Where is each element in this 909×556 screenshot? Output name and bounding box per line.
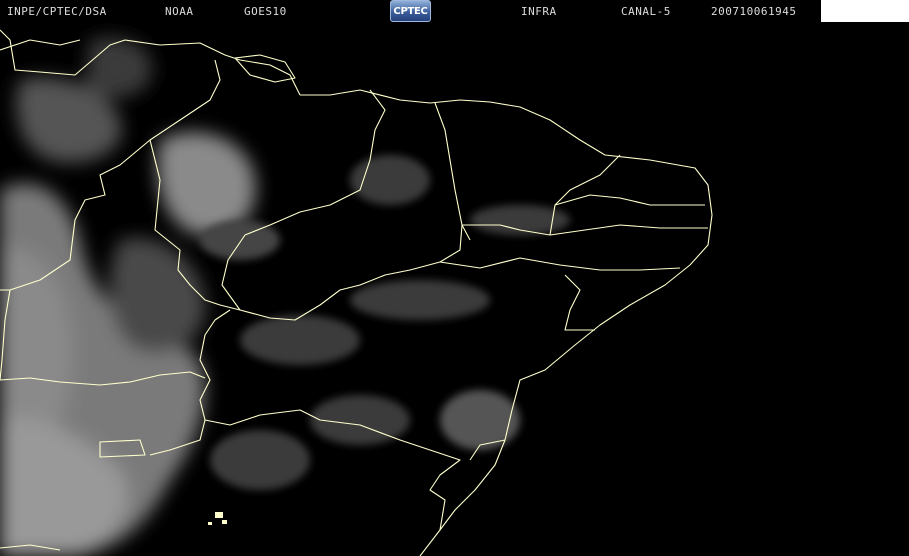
satellite-map — [0, 0, 909, 556]
org-label: INPE/CPTEC/DSA — [7, 5, 107, 18]
satellite-label: GOES10 — [244, 5, 287, 18]
timestamp-label: 200710061945 — [711, 5, 797, 18]
cptec-logo: CPTEC — [390, 0, 431, 22]
product-label: INFRA — [521, 5, 557, 18]
corner-white-box — [821, 0, 909, 22]
channel-label: CANAL-5 — [621, 5, 671, 18]
logo-text: CPTEC — [393, 5, 428, 17]
agency-label: NOAA — [165, 5, 194, 18]
